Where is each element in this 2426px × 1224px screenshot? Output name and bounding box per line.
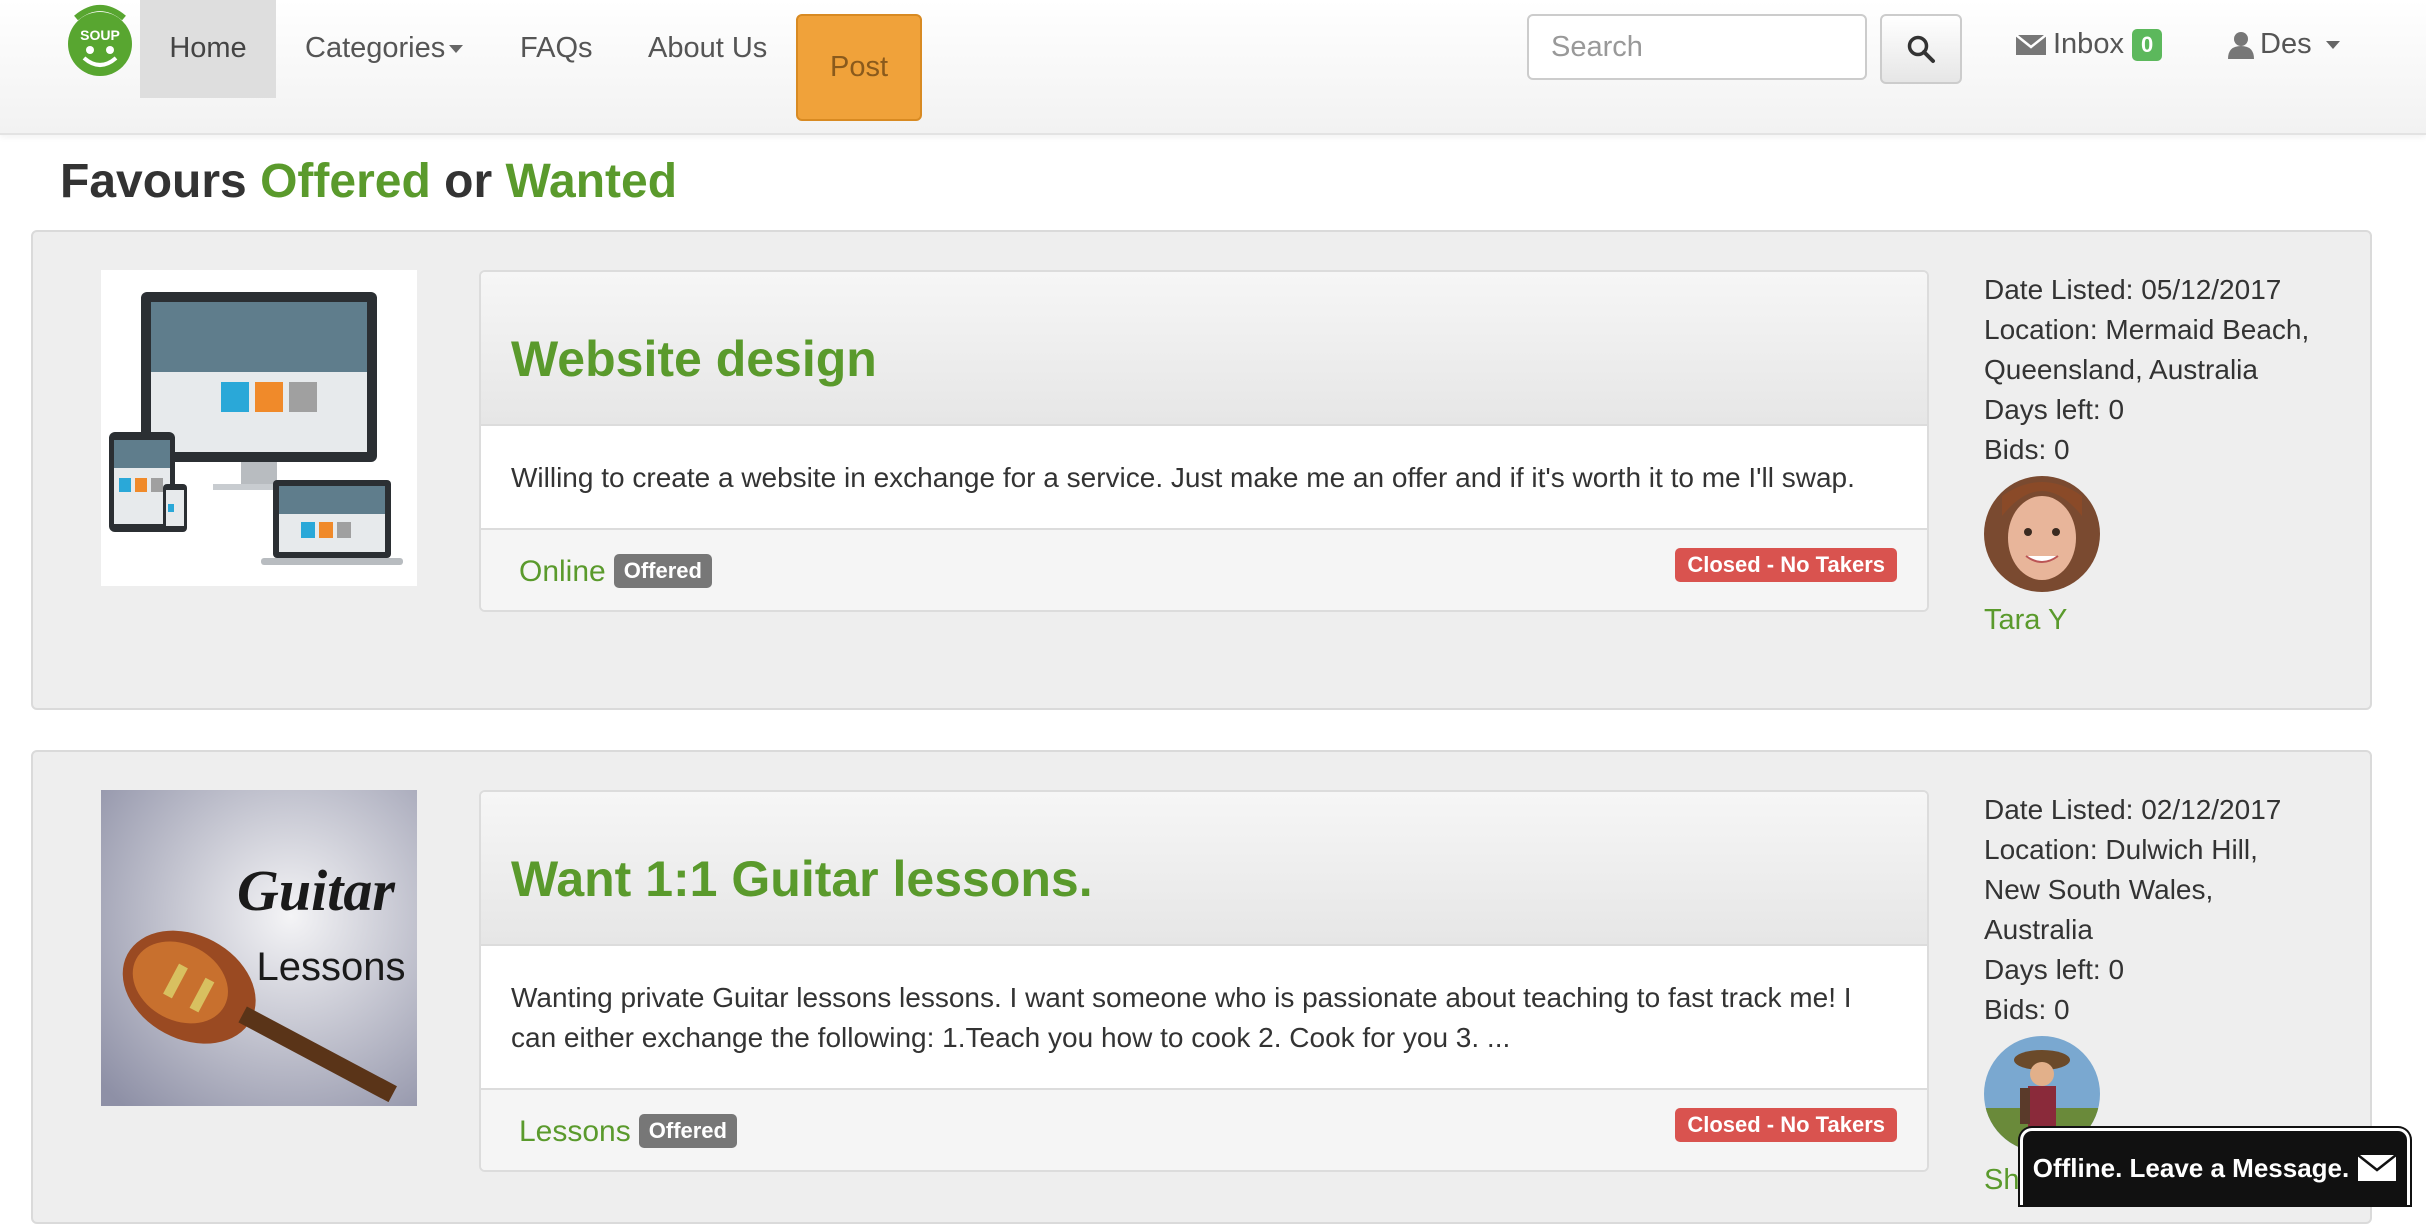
page-title-prefix: Favours (60, 155, 247, 208)
listing-footer: Online Offered Closed - No Takers (481, 528, 1927, 610)
inbox-count-badge: 0 (2131, 28, 2163, 61)
inbox-label: Inbox (2053, 28, 2124, 60)
avatar[interactable] (1984, 476, 2100, 592)
chat-label: Offline. Leave a Message. (2032, 1152, 2350, 1183)
date-listed: Date Listed: 05/12/2017 (1984, 274, 2282, 305)
listing-title[interactable]: Want 1:1 Guitar lessons. (511, 850, 1093, 908)
status-badge: Closed - No Takers (1675, 548, 1897, 582)
listing-category: Online Offered (519, 554, 712, 589)
type-badge: Offered (638, 1114, 737, 1148)
days-left: Days left: 0 (1984, 954, 2125, 985)
nav-about-us[interactable]: About Us (648, 0, 767, 98)
listing-card: Website design Willing to create a websi… (31, 230, 2372, 710)
bids: Bids: 0 (1984, 434, 2070, 465)
date-listed: Date Listed: 02/12/2017 (1984, 794, 2282, 825)
listing-header: Website design (481, 272, 1927, 426)
top-navbar: SOUP Home Categories FAQs About Us Post … (0, 0, 2426, 135)
svg-text:SOUP: SOUP (80, 27, 120, 43)
thumb-text-guitar: Guitar (237, 858, 395, 923)
listing-user-link[interactable]: Tara Y (1984, 600, 2314, 640)
status-badge: Closed - No Takers (1675, 1108, 1897, 1142)
listing-thumbnail[interactable] (101, 270, 417, 586)
envelope-icon (2015, 33, 2047, 55)
bids: Bids: 0 (1984, 994, 2070, 1025)
listing-description: Willing to create a website in exchange … (481, 426, 1927, 528)
search-input[interactable] (1527, 14, 1867, 80)
page-title: Favours Offered or Wanted (60, 154, 677, 209)
location: Location: Dulwich Hill, New South Wales,… (1984, 834, 2258, 945)
favour-soup-logo[interactable]: SOUP (62, 0, 138, 78)
page-title-or: or (444, 155, 493, 208)
listing-meta: Date Listed: 05/12/2017 Location: Mermai… (1984, 270, 2314, 640)
user-icon (2228, 31, 2254, 59)
page-title-offered: Offered (260, 155, 431, 208)
category-link[interactable]: Lessons (519, 1115, 631, 1148)
user-name: Des (2260, 28, 2312, 60)
search-button[interactable] (1880, 14, 1962, 84)
listing-footer: Lessons Offered Closed - No Takers (481, 1088, 1927, 1170)
nav-faqs[interactable]: FAQs (520, 0, 593, 98)
nav-categories-label: Categories (305, 32, 446, 64)
search-icon (1907, 35, 1935, 63)
days-left: Days left: 0 (1984, 394, 2125, 425)
listing-header: Want 1:1 Guitar lessons. (481, 792, 1927, 946)
listing-panel: Want 1:1 Guitar lessons. Wanting private… (479, 790, 1929, 1172)
caret-down-icon (2325, 40, 2340, 49)
category-link[interactable]: Online (519, 555, 606, 588)
type-badge: Offered (613, 554, 712, 588)
offline-chat-widget[interactable]: Offline. Leave a Message. (2020, 1128, 2410, 1205)
location: Location: Mermaid Beach, Queensland, Aus… (1984, 314, 2310, 385)
page-title-wanted: Wanted (505, 155, 678, 208)
post-button[interactable]: Post (796, 14, 922, 121)
listing-category: Lessons Offered (519, 1114, 737, 1149)
thumb-text-lessons: Lessons (257, 945, 406, 989)
listing-description: Wanting private Guitar lessons lessons. … (481, 946, 1927, 1088)
listing-title[interactable]: Website design (511, 330, 877, 388)
user-menu[interactable]: Des (2228, 28, 2340, 61)
caret-down-icon (449, 45, 464, 54)
envelope-icon (2357, 1154, 2398, 1181)
listing-panel: Website design Willing to create a websi… (479, 270, 1929, 612)
listing-thumbnail[interactable]: Guitar Lessons (101, 790, 417, 1106)
nav-home[interactable]: Home (140, 0, 276, 98)
inbox-link[interactable]: Inbox 0 (2015, 28, 2163, 61)
nav-categories[interactable]: Categories (305, 0, 464, 98)
